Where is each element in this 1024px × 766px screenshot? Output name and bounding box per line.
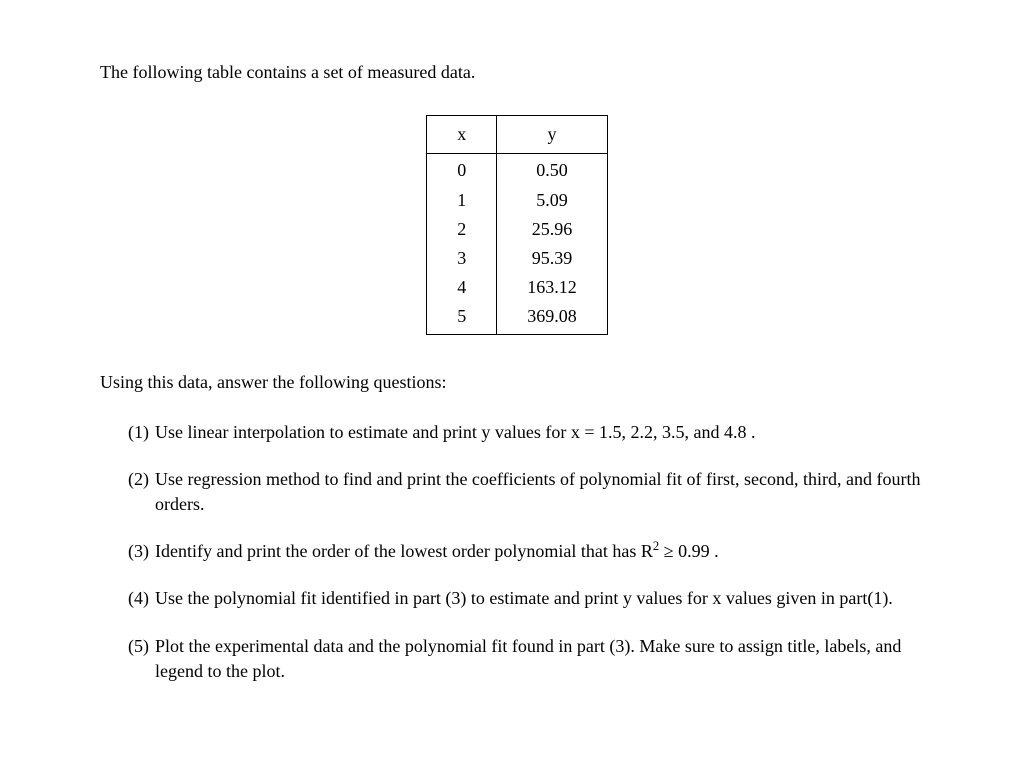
- question-item: (1) Use linear interpolation to estimate…: [128, 420, 934, 445]
- table-row: 1 5.09: [427, 186, 608, 215]
- intro-text: The following table contains a set of me…: [100, 60, 934, 85]
- r-squared: R2: [641, 541, 659, 561]
- cell-x: 1: [427, 186, 497, 215]
- question-text-post: ≥ 0.99 .: [659, 541, 718, 561]
- question-text-pre: Identify and print the order of the lowe…: [155, 541, 641, 561]
- question-item: (2) Use regression method to find and pr…: [128, 467, 934, 517]
- question-number: (5): [128, 634, 149, 684]
- table-row: 5 369.08: [427, 302, 608, 334]
- cell-x: 2: [427, 215, 497, 244]
- question-text: Use regression method to find and print …: [155, 467, 934, 517]
- data-table-wrap: x y 0 0.50 1 5.09 2 25.96 3 95.39 4: [100, 115, 934, 334]
- table-row: 0 0.50: [427, 154, 608, 186]
- cell-y: 25.96: [497, 215, 608, 244]
- cell-y: 5.09: [497, 186, 608, 215]
- table-row: 2 25.96: [427, 215, 608, 244]
- col-header-x: x: [427, 116, 497, 154]
- table-row: 3 95.39: [427, 244, 608, 273]
- col-header-y: y: [497, 116, 608, 154]
- cell-x: 4: [427, 273, 497, 302]
- cell-y: 369.08: [497, 302, 608, 334]
- table-row: 4 163.12: [427, 273, 608, 302]
- lead-text: Using this data, answer the following qu…: [100, 370, 934, 395]
- question-item: (4) Use the polynomial fit identified in…: [128, 586, 934, 611]
- cell-y: 95.39: [497, 244, 608, 273]
- cell-y: 0.50: [497, 154, 608, 186]
- cell-x: 3: [427, 244, 497, 273]
- question-number: (4): [128, 586, 149, 611]
- question-item: (3) Identify and print the order of the …: [128, 539, 934, 564]
- question-text: Use the polynomial fit identified in par…: [155, 586, 934, 611]
- question-text: Plot the experimental data and the polyn…: [155, 634, 934, 684]
- question-number: (2): [128, 467, 149, 517]
- question-number: (3): [128, 539, 149, 564]
- cell-x: 0: [427, 154, 497, 186]
- question-number: (1): [128, 420, 149, 445]
- questions-list: (1) Use linear interpolation to estimate…: [100, 420, 934, 684]
- cell-y: 163.12: [497, 273, 608, 302]
- data-table: x y 0 0.50 1 5.09 2 25.96 3 95.39 4: [426, 115, 608, 334]
- question-item: (5) Plot the experimental data and the p…: [128, 634, 934, 684]
- r-base: R: [641, 541, 653, 561]
- question-text: Identify and print the order of the lowe…: [155, 539, 934, 564]
- cell-x: 5: [427, 302, 497, 334]
- question-text: Use linear interpolation to estimate and…: [155, 420, 934, 445]
